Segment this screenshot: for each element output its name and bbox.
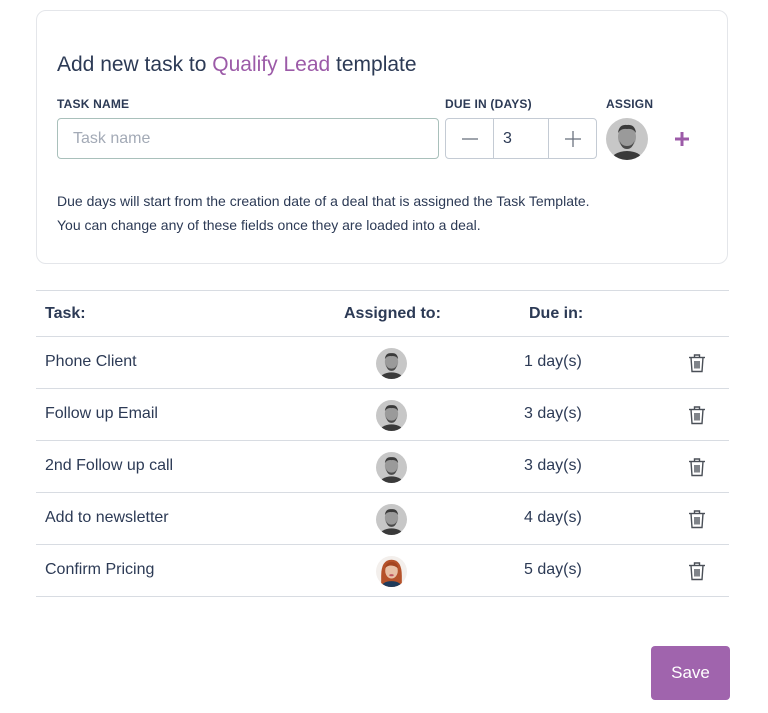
due-value: 1 day(s) [524, 353, 582, 370]
header-task: Task: [45, 305, 86, 322]
male-avatar-icon [376, 348, 407, 379]
male-avatar-icon [376, 452, 407, 483]
male-avatar-icon [376, 400, 407, 431]
increment-button[interactable] [549, 119, 596, 158]
plus-icon [675, 132, 689, 146]
due-days-stepper: 3 [445, 118, 597, 159]
assignee-avatar [376, 400, 407, 431]
due-days-value[interactable]: 3 [493, 119, 549, 158]
trash-icon [689, 354, 705, 373]
trash-icon [689, 458, 705, 477]
table-row: 2nd Follow up call 3 day(s) [36, 441, 729, 493]
save-button[interactable]: Save [651, 646, 730, 700]
trash-icon [689, 510, 705, 529]
female-avatar-icon [376, 556, 407, 587]
delete-button[interactable] [688, 405, 706, 425]
task-name-input[interactable] [57, 118, 439, 159]
male-avatar-icon [606, 118, 648, 160]
task-name: 2nd Follow up call [45, 457, 174, 474]
header-due: Due in: [529, 305, 584, 322]
card-title: Add new task to Qualify Lead template [57, 53, 417, 76]
due-value: 5 day(s) [524, 561, 582, 578]
trash-icon [689, 562, 705, 581]
task-name: Confirm Pricing [45, 561, 155, 578]
header-assigned: Assigned to: [344, 305, 441, 322]
template-name: Qualify Lead [212, 53, 331, 76]
trash-icon [689, 406, 705, 425]
due-value: 3 day(s) [524, 457, 582, 474]
delete-button[interactable] [688, 457, 706, 477]
assignee-avatar [376, 504, 407, 535]
add-task-button[interactable] [671, 128, 693, 150]
due-value: 4 day(s) [524, 509, 582, 526]
assignee-avatar [376, 452, 407, 483]
delete-button[interactable] [688, 509, 706, 529]
table-row: Confirm Pricing 5 day(s) [36, 545, 729, 597]
assign-label: ASSIGN [606, 97, 654, 111]
assignee-avatar [376, 348, 407, 379]
table-header: Task: Assigned to: Due in: [36, 290, 729, 337]
task-name: Follow up Email [45, 405, 158, 422]
task-name: Add to newsletter [45, 509, 169, 526]
plus-icon [564, 130, 581, 147]
male-avatar-icon [376, 504, 407, 535]
minus-icon [461, 137, 478, 140]
delete-button[interactable] [688, 561, 706, 581]
task-name-label: TASK NAME [57, 97, 130, 111]
table-row: Follow up Email 3 day(s) [36, 389, 729, 441]
add-task-card: Add new task to Qualify Lead template TA… [36, 10, 728, 264]
assignee-avatar[interactable] [606, 118, 648, 160]
due-days-label: DUE IN (DAYS) [445, 97, 532, 111]
decrement-button[interactable] [446, 119, 493, 158]
task-table: Task: Assigned to: Due in: Phone Client … [36, 290, 729, 597]
help-text: Due days will start from the creation da… [57, 193, 590, 233]
assignee-avatar [376, 556, 407, 587]
due-value: 3 day(s) [524, 405, 582, 422]
task-name: Phone Client [45, 353, 137, 370]
table-row: Add to newsletter 4 day(s) [36, 493, 729, 545]
table-row: Phone Client 1 day(s) [36, 337, 729, 389]
delete-button[interactable] [688, 353, 706, 373]
